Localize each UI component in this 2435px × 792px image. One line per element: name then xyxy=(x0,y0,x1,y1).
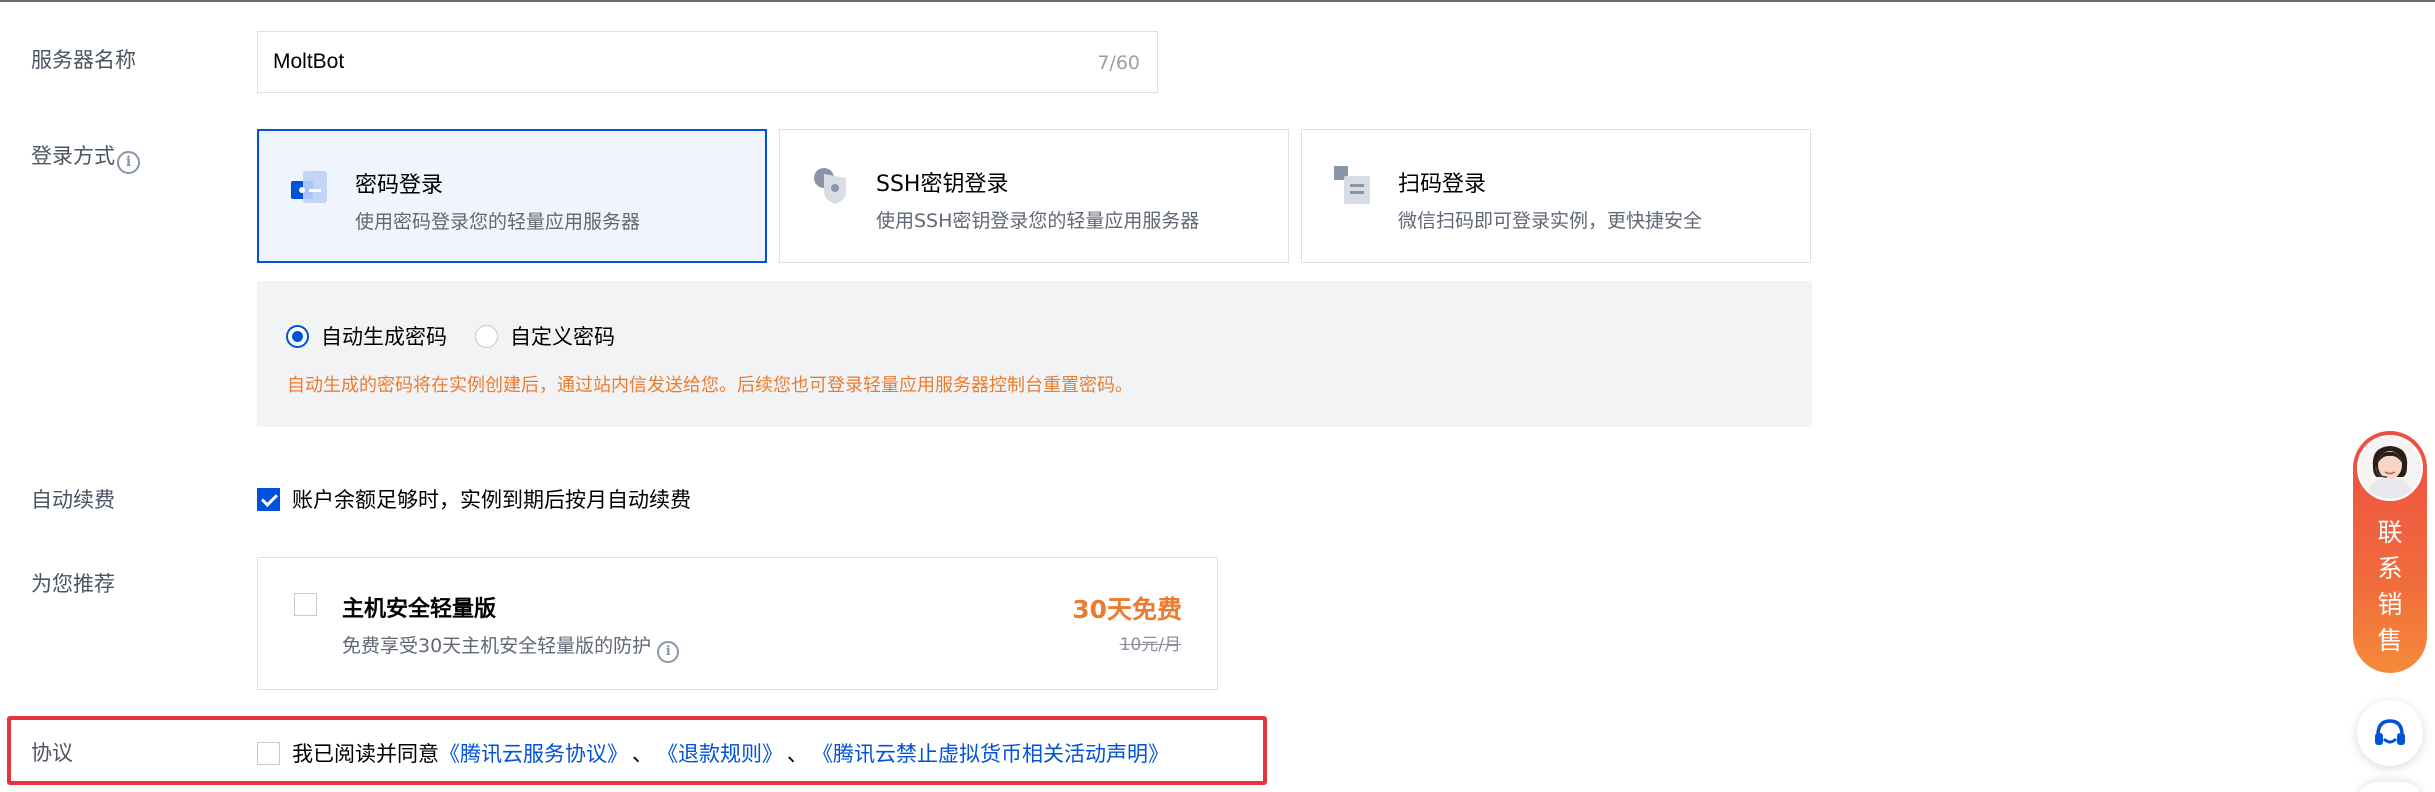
agreement-prefix: 我已阅读并同意 xyxy=(292,742,439,766)
contact-sales-label: 联 系 销 售 xyxy=(2353,515,2427,659)
qr-scan-icon xyxy=(1334,166,1370,204)
password-login-icon xyxy=(291,171,327,203)
refund-rules-link[interactable]: 《退款规则》 xyxy=(657,738,783,768)
password-note: 自动生成的密码将在实例创建后，通过站内信发送给您。后续您也可登录轻量应用服务器控… xyxy=(287,375,1133,396)
auto-renew-text: 账户余额足够时，实例到期后按月自动续费 xyxy=(292,488,691,512)
login-card-desc: 微信扫码即可登录实例，更快捷安全 xyxy=(1398,210,1703,232)
info-icon[interactable]: i xyxy=(117,151,140,174)
support-button[interactable] xyxy=(2357,700,2423,766)
login-card-desc: 使用SSH密钥登录您的轻量应用服务器 xyxy=(876,210,1200,232)
headset-icon xyxy=(2375,719,2405,745)
agreement-row: 我已阅读并同意 《腾讯云服务协议》 、 《退款规则》 、 《腾讯云禁止虚拟货币相… xyxy=(257,738,1169,768)
contact-sales-char: 销 xyxy=(2377,590,2403,619)
radio-dot[interactable] xyxy=(286,324,309,348)
login-card-title: 密码登录 xyxy=(355,173,444,198)
server-name-input[interactable] xyxy=(273,32,1033,92)
login-method-label: 登录方式 i xyxy=(31,140,140,174)
login-card-password[interactable]: 密码登录 使用密码登录您的轻量应用服务器 xyxy=(257,129,767,263)
recommend-label: 为您推荐 xyxy=(31,572,115,596)
auto-renew-label: 自动续费 xyxy=(31,488,115,512)
separator: 、 xyxy=(632,742,653,766)
login-card-title: 扫码登录 xyxy=(1398,172,1487,197)
recommend-original-price: 10元/月 xyxy=(1119,635,1181,655)
server-name-label: 服务器名称 xyxy=(31,48,136,72)
server-name-counter: 7/60 xyxy=(1097,52,1140,74)
radio-custom-password[interactable]: 自定义密码 xyxy=(475,321,615,351)
radio-auto-password[interactable]: 自动生成密码 xyxy=(286,321,447,351)
contact-sales-char: 联 xyxy=(2377,518,2403,547)
login-card-scan[interactable]: 扫码登录 微信扫码即可登录实例，更快捷安全 xyxy=(1301,129,1811,263)
agreement-checkbox[interactable] xyxy=(257,741,280,765)
contact-sales-char: 系 xyxy=(2377,554,2403,583)
side-button-partial[interactable] xyxy=(2357,782,2423,792)
recommend-desc: 免费享受30天主机安全轻量版的防护 i xyxy=(342,631,680,663)
radio-dot[interactable] xyxy=(475,324,498,348)
radio-label: 自定义密码 xyxy=(510,325,615,349)
recommend-checkbox[interactable] xyxy=(294,593,317,616)
agreement-label: 协议 xyxy=(31,741,73,765)
recommend-desc-text: 免费享受30天主机安全轻量版的防护 xyxy=(342,635,652,657)
recommend-price: 30天免费 xyxy=(1072,595,1182,624)
service-agreement-link[interactable]: 《腾讯云服务协议》 xyxy=(439,738,628,768)
sales-avatar xyxy=(2357,435,2423,501)
auto-renew-checkbox[interactable] xyxy=(257,487,280,511)
login-card-title: SSH密钥登录 xyxy=(876,172,1009,197)
login-method-label-text: 登录方式 xyxy=(31,144,115,168)
recommend-title: 主机安全轻量版 xyxy=(342,597,497,622)
radio-label: 自动生成密码 xyxy=(321,325,447,349)
login-card-ssh[interactable]: SSH密钥登录 使用SSH密钥登录您的轻量应用服务器 xyxy=(779,129,1289,263)
password-options-panel: 自动生成密码 自定义密码 自动生成的密码将在实例创建后，通过站内信发送给您。后续… xyxy=(257,281,1812,427)
top-divider xyxy=(0,0,2435,2)
ssh-key-icon xyxy=(814,168,846,204)
contact-sales-button[interactable]: 联 系 销 售 xyxy=(2353,431,2427,673)
crypto-statement-link[interactable]: 《腾讯云禁止虚拟货币相关活动声明》 xyxy=(812,738,1169,768)
contact-sales-char: 售 xyxy=(2377,626,2403,655)
separator: 、 xyxy=(787,742,808,766)
info-icon[interactable]: i xyxy=(657,641,680,663)
server-name-field[interactable]: 7/60 xyxy=(257,31,1158,93)
recommend-card[interactable]: 主机安全轻量版 免费享受30天主机安全轻量版的防护 i 30天免费 10元/月 xyxy=(257,557,1218,690)
auto-renew-option[interactable]: 账户余额足够时，实例到期后按月自动续费 xyxy=(257,484,691,514)
login-card-desc: 使用密码登录您的轻量应用服务器 xyxy=(355,211,641,233)
